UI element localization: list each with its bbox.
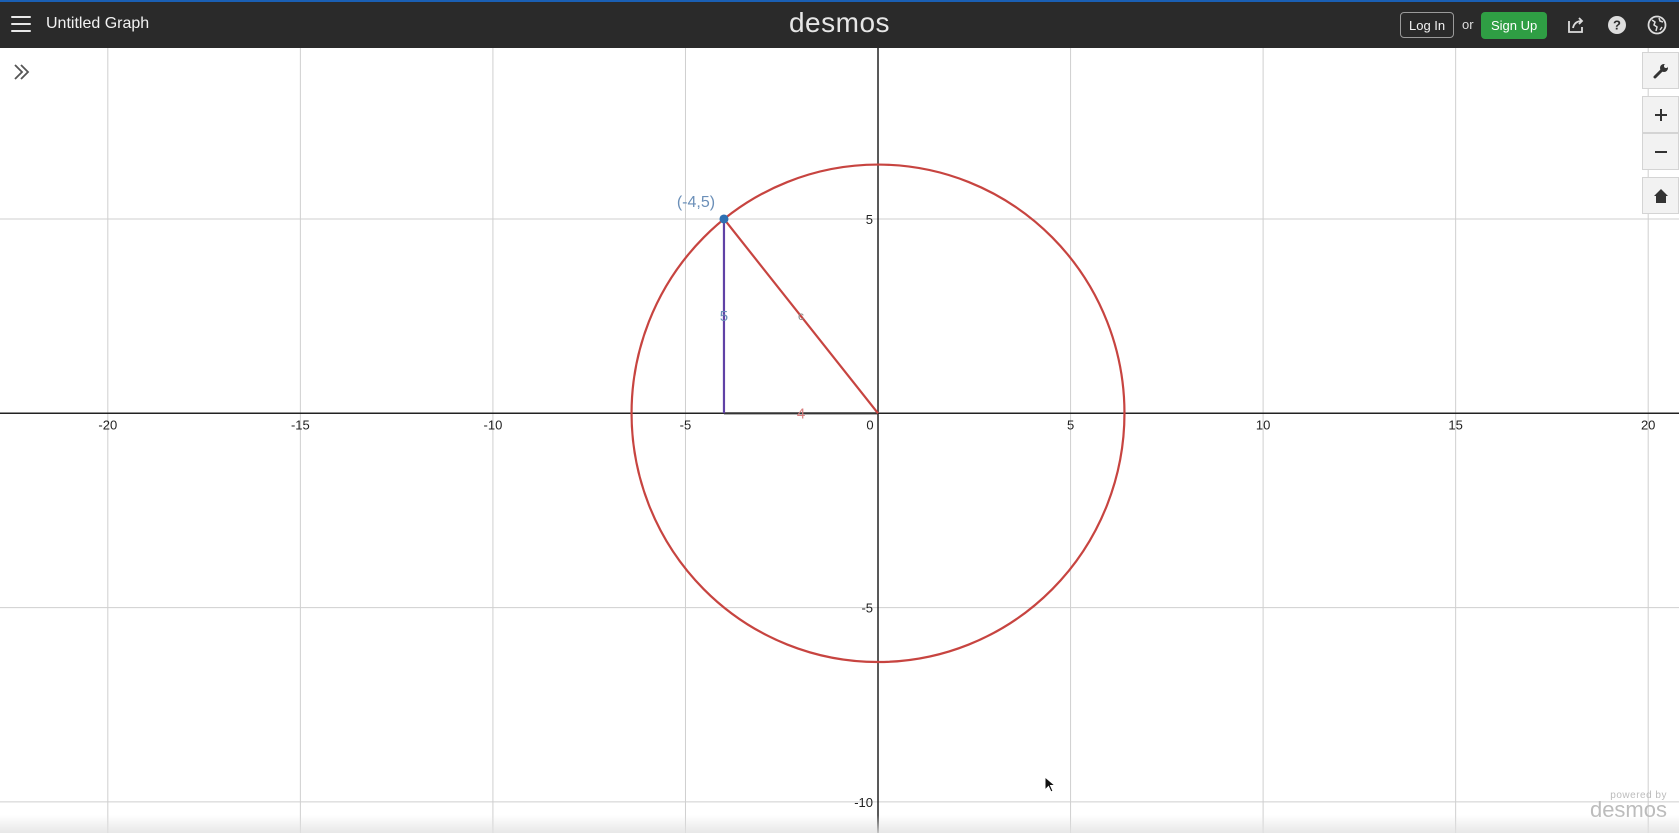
- graph-canvas[interactable]: -20 -15 -10 -5 0 5 10 15 20 5 -5 -10 5 4 c (-4,5): [0, 48, 1679, 833]
- signup-button[interactable]: Sign Up: [1481, 12, 1548, 39]
- menu-icon[interactable]: [11, 16, 31, 34]
- x-tick-label: -15: [291, 417, 310, 432]
- share-icon[interactable]: [1565, 14, 1587, 36]
- x-tick-label: 5: [1067, 417, 1074, 432]
- wrench-icon: [1653, 63, 1668, 78]
- cursor-icon: [1044, 776, 1057, 793]
- help-icon[interactable]: ?: [1606, 14, 1628, 36]
- point-label: (-4,5): [677, 194, 715, 211]
- y-tick-label: -10: [854, 795, 873, 810]
- bottom-fade: [0, 815, 1679, 833]
- x-tick-label: 15: [1448, 417, 1462, 432]
- globe-icon[interactable]: [1646, 14, 1668, 36]
- top-bar: Untitled Graph desmos Log In or Sign Up …: [0, 0, 1679, 48]
- graph-title[interactable]: Untitled Graph: [46, 15, 149, 33]
- home-button[interactable]: [1642, 177, 1679, 214]
- hypotenuse-label: c: [798, 309, 804, 323]
- expand-list-icon[interactable]: [10, 60, 34, 84]
- vertical-leg-label: 5: [720, 308, 728, 325]
- svg-text:?: ?: [1613, 18, 1621, 33]
- horizontal-leg-label: 4: [797, 405, 805, 422]
- home-icon: [1653, 188, 1668, 203]
- point-marker: [719, 214, 729, 224]
- login-button[interactable]: Log In: [1400, 12, 1455, 38]
- zoom-in-icon: [1654, 108, 1667, 121]
- zoom-out-button[interactable]: [1642, 133, 1679, 170]
- settings-button[interactable]: [1642, 52, 1679, 89]
- x-tick-label: -20: [98, 417, 117, 432]
- y-tick-label: 5: [866, 212, 873, 227]
- x-tick-label: 10: [1256, 417, 1270, 432]
- x-tick-label: 0: [866, 417, 873, 432]
- or-text: or: [1462, 17, 1474, 32]
- zoom-out-icon: [1654, 150, 1667, 153]
- x-tick-label: -10: [484, 417, 503, 432]
- y-tick-label: -5: [861, 601, 873, 616]
- x-tick-label: -5: [680, 417, 692, 432]
- graph-plot[interactable]: -20 -15 -10 -5 0 5 10 15 20 5 -5 -10 5 4 c (-4,5): [0, 48, 1679, 833]
- x-tick-label: 20: [1641, 417, 1655, 432]
- zoom-in-button[interactable]: [1642, 96, 1679, 133]
